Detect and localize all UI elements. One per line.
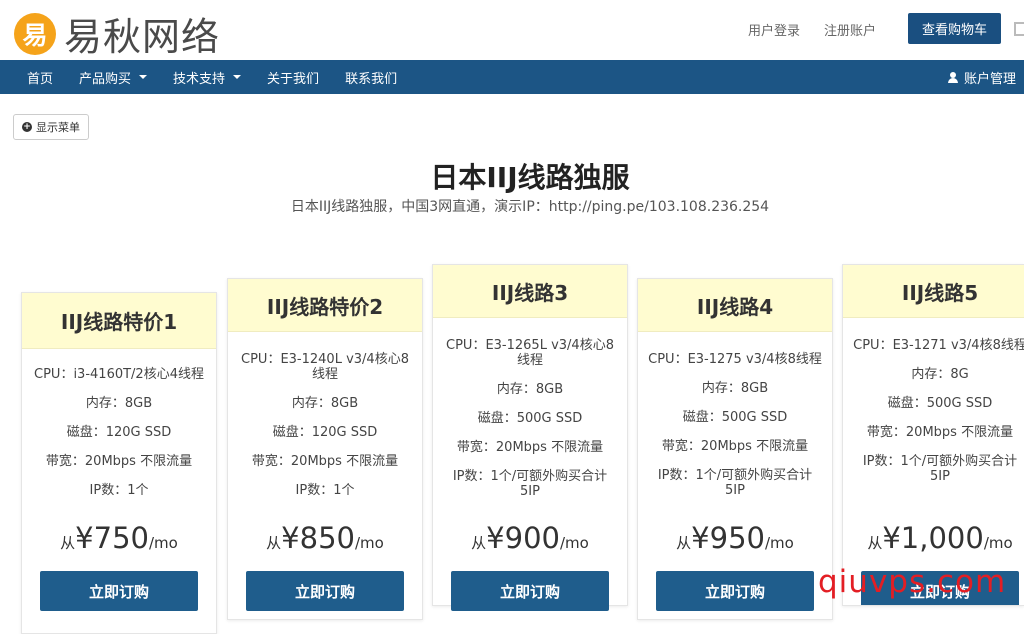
plan-bandwidth: 带宽：20Mbps 不限流量 xyxy=(45,454,193,469)
price-amount: ¥750 xyxy=(75,521,149,555)
plan-ip: IP数：1个/可额外购买合计5IP xyxy=(657,468,813,498)
plan-name: IIJ线路特价1 xyxy=(22,293,216,349)
price-from: 从 xyxy=(471,534,487,552)
register-link[interactable]: 注册账户 xyxy=(822,20,878,39)
plan-name: IIJ线路4 xyxy=(638,279,832,332)
price-from: 从 xyxy=(266,534,282,552)
nav-home[interactable]: 首页 xyxy=(14,60,66,94)
plan-price: 从¥1,000/mo xyxy=(843,521,1024,555)
nav-about[interactable]: 关于我们 xyxy=(254,60,332,94)
plan-name: IIJ线路5 xyxy=(843,265,1024,318)
plan-ip: IP数：1个 xyxy=(89,483,149,498)
nav-home-label: 首页 xyxy=(27,71,54,87)
top-links: 用户登录 注册账户 xyxy=(746,20,878,39)
show-menu-button[interactable]: + 显示菜单 xyxy=(13,114,89,140)
plan-cpu: CPU：E3-1271 v3/4核8线程 xyxy=(853,338,1024,353)
plan-ram: 内存：8GB xyxy=(291,396,359,411)
plan-cpu: CPU：i3-4160T/2核心4线程 xyxy=(34,367,204,382)
user-icon xyxy=(947,71,958,83)
price-unit: /mo xyxy=(764,534,794,552)
order-button[interactable]: 立即订购 xyxy=(451,571,609,611)
account-menu[interactable]: 账户管理 xyxy=(947,60,1016,94)
order-button[interactable]: 立即订购 xyxy=(40,571,198,611)
plan-ip: IP数：1个/可额外购买合计5IP xyxy=(862,454,1018,484)
price-from: 从 xyxy=(60,534,76,552)
page-title: 日本IIJ线路独服 xyxy=(430,161,630,194)
plan-cpu: CPU：E3-1275 v3/4核8线程 xyxy=(648,352,822,367)
plan-disk: 磁盘：120G SSD xyxy=(66,425,172,440)
plan-ip: IP数：1个 xyxy=(295,483,355,498)
main-nav: 首页 产品购买 技术支持 关于我们 联系我们 账户管理 xyxy=(0,60,1024,94)
plan-card: IIJ线路3 CPU：E3-1265L v3/4核心8线程 内存：8GB 磁盘：… xyxy=(432,264,628,611)
top-bar: 易 易秋网络 用户登录 注册账户 查看购物车 xyxy=(0,0,1024,60)
plan-cpu: CPU：E3-1265L v3/4核心8线程 xyxy=(446,338,614,368)
show-menu-label: 显示菜单 xyxy=(36,121,80,134)
view-cart-button[interactable]: 查看购物车 xyxy=(908,13,1001,44)
plan-ram: 内存：8GB xyxy=(496,382,564,397)
price-unit: /mo xyxy=(148,534,178,552)
price-amount: ¥950 xyxy=(691,521,765,555)
order-button[interactable]: 立即订购 xyxy=(656,571,814,611)
account-label: 账户管理 xyxy=(963,71,1016,87)
plan-price: 从¥750/mo xyxy=(22,521,216,555)
price-from: 从 xyxy=(676,534,692,552)
plan-disk: 磁盘：500G SSD xyxy=(682,410,788,425)
plan-bandwidth: 带宽：20Mbps 不限流量 xyxy=(661,439,809,454)
plan-price: 从¥850/mo xyxy=(228,521,422,555)
plan-disk: 磁盘：120G SSD xyxy=(272,425,378,440)
nav-contact[interactable]: 联系我们 xyxy=(332,60,410,94)
plan-bandwidth: 带宽：20Mbps 不限流量 xyxy=(456,440,604,455)
plan-ram: 内存：8G xyxy=(911,367,969,382)
order-button[interactable]: 立即订购 xyxy=(246,571,404,611)
plan-disk: 磁盘：500G SSD xyxy=(887,396,993,411)
price-unit: /mo xyxy=(559,534,589,552)
plan-ram: 内存：8GB xyxy=(701,381,769,396)
plan-name: IIJ线路3 xyxy=(433,265,627,318)
plan-bandwidth: 带宽：20Mbps 不限流量 xyxy=(866,425,1014,440)
plan-card: IIJ线路5 CPU：E3-1271 v3/4核8线程 内存：8G 磁盘：500… xyxy=(842,264,1024,606)
chevron-down-icon xyxy=(139,75,148,79)
plan-price: 从¥950/mo xyxy=(638,521,832,555)
plan-ip: IP数：1个/可额外购买合计5IP xyxy=(452,469,608,499)
plan-cpu: CPU：E3-1240L v3/4核心8线程 xyxy=(241,352,409,382)
price-amount: ¥900 xyxy=(486,521,560,555)
price-amount: ¥850 xyxy=(281,521,355,555)
plan-card: IIJ线路4 CPU：E3-1275 v3/4核8线程 内存：8GB 磁盘：50… xyxy=(637,278,833,620)
plan-disk: 磁盘：500G SSD xyxy=(477,411,583,426)
plus-circle-icon: + xyxy=(22,122,32,132)
nav-support-label: 技术支持 xyxy=(173,71,226,87)
logo[interactable]: 易 易秋网络 xyxy=(14,6,220,61)
price-amount: ¥1,000 xyxy=(882,521,984,555)
chevron-down-icon xyxy=(233,75,242,79)
plan-ram: 内存：8GB xyxy=(85,396,153,411)
login-link[interactable]: 用户登录 xyxy=(746,20,802,39)
price-unit: /mo xyxy=(983,534,1013,552)
nav-products-label: 产品购买 xyxy=(79,71,132,87)
nav-contact-label: 联系我们 xyxy=(345,71,398,87)
plan-card: IIJ线路特价1 CPU：i3-4160T/2核心4线程 内存：8GB 磁盘：1… xyxy=(21,292,217,634)
plan-price: 从¥900/mo xyxy=(433,521,627,555)
plan-bandwidth: 带宽：20Mbps 不限流量 xyxy=(251,454,399,469)
page-subtitle: 日本IIJ线路独服，中国3网直通，演示IP：http://ping.pe/103… xyxy=(290,199,770,215)
watermark: qiuvps.com xyxy=(818,564,1007,600)
plan-card: IIJ线路特价2 CPU：E3-1240L v3/4核心8线程 内存：8GB 磁… xyxy=(227,278,423,620)
plan-name: IIJ线路特价2 xyxy=(228,279,422,332)
price-unit: /mo xyxy=(354,534,384,552)
nav-support[interactable]: 技术支持 xyxy=(160,60,254,94)
cut-off-icon xyxy=(1014,22,1024,36)
nav-products[interactable]: 产品购买 xyxy=(66,60,160,94)
nav-about-label: 关于我们 xyxy=(267,71,320,87)
logo-text: 易秋网络 xyxy=(64,15,221,59)
price-from: 从 xyxy=(867,534,883,552)
logo-icon: 易 xyxy=(14,12,56,55)
